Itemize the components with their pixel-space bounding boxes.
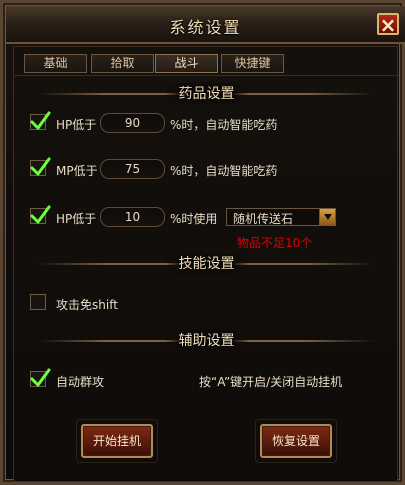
section-skills: 技能设置 — [14, 253, 399, 275]
item-select[interactable]: 随机传送石 — [226, 208, 336, 226]
mp-checkbox[interactable] — [30, 157, 51, 176]
content-panel: 基础 拾取 战斗 快捷键 药品设置 HP低于 90 %时，自动智能吃药 MP低于… — [13, 46, 399, 482]
check-icon — [30, 157, 51, 176]
settings-window: 系统设置 × 基础 拾取 战斗 快捷键 药品设置 HP低于 90 %时，自动智能 — [0, 0, 405, 485]
hp-suffix: %时，自动智能吃药 — [170, 118, 278, 132]
tab-label: 拾取 — [110, 56, 135, 70]
item-warning: 物品不足10个 — [237, 236, 313, 250]
tab-bar: 基础 拾取 战斗 快捷键 — [14, 49, 399, 76]
tab-hotkeys[interactable]: 快捷键 — [221, 54, 284, 73]
mp-threshold-row: MP低于 75 %时，自动智能吃药 — [14, 156, 399, 182]
check-icon — [30, 111, 51, 130]
hp-checkbox[interactable] — [30, 111, 51, 130]
item-select-value: 随机传送石 — [233, 212, 294, 226]
auto-group-label: 自动群攻 — [56, 375, 105, 389]
tab-label: 快捷键 — [234, 56, 271, 70]
hp-label: HP低于 — [56, 118, 97, 132]
tab-basic[interactable]: 基础 — [24, 54, 87, 73]
section-title: 辅助设置 — [164, 330, 249, 352]
title-bar: 系统设置 × — [6, 6, 405, 44]
auto-group-checkbox[interactable] — [30, 368, 51, 387]
dropdown-arrow-icon[interactable] — [319, 209, 335, 225]
section-title: 药品设置 — [164, 83, 249, 105]
hp-item-row: HP低于 10 %时使用 随机传送石 — [14, 204, 399, 230]
attack-shift-label: 攻击免shift — [56, 298, 118, 312]
hp-threshold-input[interactable]: 90 — [100, 113, 165, 133]
attack-shift-checkbox[interactable] — [30, 294, 46, 310]
tab-label: 战斗 — [174, 56, 199, 70]
auto-hint: 按“A”键开启/关闭自动挂机 — [199, 375, 343, 389]
section-title: 技能设置 — [164, 253, 249, 275]
window-title: 系统设置 — [169, 18, 242, 37]
hp-item-label: HP低于 — [56, 212, 97, 226]
reset-settings-button[interactable]: 恢复设置 — [255, 419, 337, 463]
hp-threshold-row: HP低于 90 %时，自动智能吃药 — [14, 110, 399, 136]
close-icon: × — [379, 13, 397, 37]
tab-combat[interactable]: 战斗 — [155, 54, 218, 73]
mp-label: MP低于 — [56, 164, 98, 178]
hp-item-suffix: %时使用 — [170, 212, 218, 226]
tab-pickup[interactable]: 拾取 — [91, 54, 154, 73]
close-button[interactable]: × — [377, 13, 399, 37]
check-icon — [30, 368, 51, 387]
check-icon — [30, 205, 51, 224]
mp-suffix: %时，自动智能吃药 — [170, 164, 278, 178]
mp-threshold-input[interactable]: 75 — [100, 159, 165, 179]
tabs-divider — [14, 75, 399, 76]
hp-item-checkbox[interactable] — [30, 205, 51, 224]
start-auto-button[interactable]: 开始挂机 — [76, 419, 158, 463]
section-medicine: 药品设置 — [14, 83, 399, 105]
attack-shift-row: 攻击免shift — [14, 290, 399, 316]
section-assist: 辅助设置 — [14, 330, 399, 352]
hp-item-threshold-input[interactable]: 10 — [100, 207, 165, 227]
tab-label: 基础 — [43, 56, 68, 70]
